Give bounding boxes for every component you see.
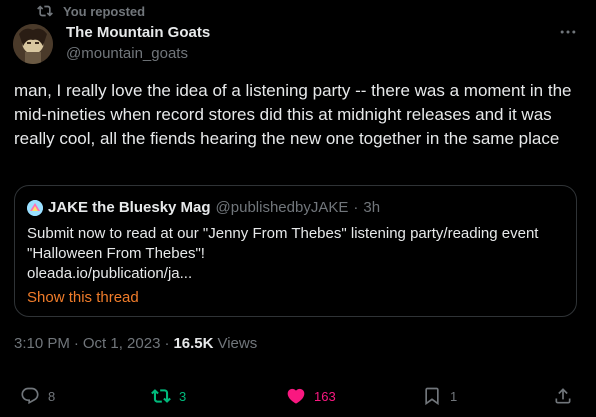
post-text: man, I really love the idea of a listeni… bbox=[14, 81, 572, 148]
more-options-button[interactable] bbox=[558, 22, 578, 47]
show-thread-link[interactable]: Show this thread bbox=[27, 288, 139, 308]
action-bar: 8 3 163 1 bbox=[0, 380, 596, 412]
meta-separator: · bbox=[73, 335, 79, 352]
reply-count: 8 bbox=[48, 388, 56, 404]
repost-icon bbox=[151, 389, 171, 403]
meta-separator-2: · bbox=[164, 335, 170, 352]
author-display-name[interactable]: The Mountain Goats bbox=[66, 24, 210, 42]
post-date[interactable]: Oct 1, 2023 bbox=[83, 335, 161, 352]
quote-separator: · bbox=[353, 199, 359, 216]
repost-banner-text: You reposted bbox=[63, 3, 146, 19]
share-button[interactable] bbox=[553, 380, 573, 412]
quote-body-text: Submit now to read at our "Jenny From Th… bbox=[27, 225, 539, 262]
reply-icon bbox=[21, 387, 39, 405]
quote-time: 3h bbox=[363, 199, 381, 216]
post-meta: 3:10 PM · Oct 1, 2023 · 16.5K Views bbox=[14, 335, 257, 352]
author-handle[interactable]: @mountain_goats bbox=[66, 44, 210, 64]
avatar[interactable] bbox=[13, 24, 53, 64]
reply-button[interactable]: 8 bbox=[20, 380, 55, 412]
author-info: The Mountain Goats @mountain_goats bbox=[66, 24, 210, 64]
quote-author-handle: @publishedbyJAKE bbox=[215, 199, 349, 216]
bookmark-count: 1 bbox=[450, 388, 458, 404]
repost-banner: You reposted bbox=[37, 3, 145, 19]
like-button[interactable]: 163 bbox=[286, 380, 336, 412]
repost-count: 3 bbox=[179, 388, 187, 404]
views-label: Views bbox=[217, 335, 258, 352]
quote-link[interactable]: oleada.io/publication/ja... bbox=[27, 264, 564, 284]
quote-avatar bbox=[27, 200, 43, 216]
more-icon bbox=[560, 30, 576, 34]
share-icon bbox=[555, 388, 571, 404]
like-count: 163 bbox=[314, 388, 336, 404]
repost-icon bbox=[37, 5, 53, 17]
heart-icon bbox=[287, 388, 305, 404]
repost-button[interactable]: 3 bbox=[151, 380, 186, 412]
post-time[interactable]: 3:10 PM bbox=[14, 335, 70, 352]
bookmark-icon bbox=[425, 387, 439, 406]
bookmark-button[interactable]: 1 bbox=[422, 380, 457, 412]
quoted-post[interactable]: JAKE the Bluesky Mag @publishedbyJAKE · … bbox=[14, 185, 577, 317]
views-count: 16.5K bbox=[173, 335, 214, 352]
quote-author-name: JAKE the Bluesky Mag bbox=[48, 199, 211, 216]
